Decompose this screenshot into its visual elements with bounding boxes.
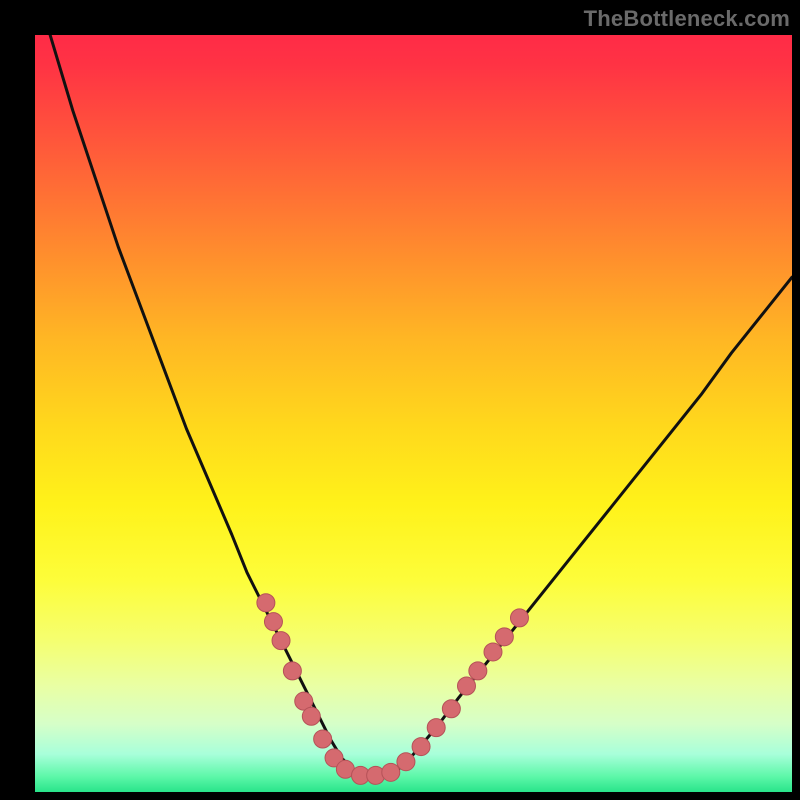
data-marker [484, 643, 502, 661]
data-marker [510, 609, 528, 627]
data-marker [412, 738, 430, 756]
watermark-text: TheBottleneck.com [584, 6, 790, 32]
data-marker [302, 707, 320, 725]
plot-area [35, 35, 792, 792]
data-marker [469, 662, 487, 680]
bottleneck-curve [35, 35, 792, 775]
data-marker [495, 628, 513, 646]
marker-group [257, 594, 529, 785]
data-marker [427, 719, 445, 737]
data-marker [397, 753, 415, 771]
chart-svg [35, 35, 792, 792]
data-marker [314, 730, 332, 748]
data-marker [457, 677, 475, 695]
chart-frame: TheBottleneck.com [0, 0, 800, 800]
data-marker [272, 632, 290, 650]
data-marker [257, 594, 275, 612]
data-marker [283, 662, 301, 680]
data-marker [382, 763, 400, 781]
data-marker [442, 700, 460, 718]
data-marker [264, 613, 282, 631]
